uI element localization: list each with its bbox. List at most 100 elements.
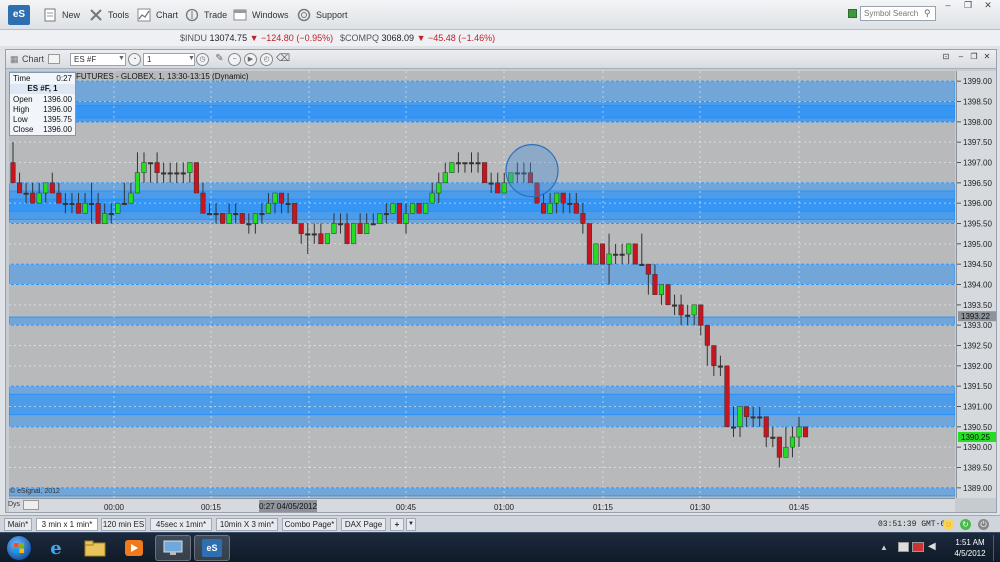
tab-dax-page[interactable]: DAX Page — [341, 518, 386, 531]
dys-button[interactable]: Dys — [8, 500, 22, 510]
candle-up — [442, 172, 448, 184]
time-tick-label: 01:45 — [789, 503, 810, 512]
time-tick-label: 01:00 — [494, 503, 515, 512]
candle-up — [23, 192, 29, 195]
scroll-handle[interactable] — [23, 500, 39, 510]
support-resistance-zone — [9, 263, 955, 286]
data-window-open-row: Open 1396.00 — [13, 95, 72, 105]
zoom-out-icon[interactable]: − — [228, 53, 241, 66]
candle-up — [658, 284, 665, 295]
action-center-icon[interactable] — [898, 542, 909, 552]
app-logo-icon[interactable]: eS — [8, 5, 30, 25]
internet-explorer-icon[interactable]: e — [38, 535, 74, 561]
file-explorer-icon[interactable] — [77, 535, 113, 561]
price-tick-label: 1397.50 — [963, 138, 992, 147]
network-icon[interactable] — [912, 542, 924, 552]
tray-expand-icon[interactable]: ▲ — [880, 543, 888, 552]
ticker-indu[interactable]: $INDU 13074.75 ▼ −124.80 (−0.95%) — [180, 33, 333, 43]
power-icon[interactable]: ⏻ — [978, 519, 989, 530]
chevron-down-icon[interactable]: ▼ — [406, 518, 416, 531]
start-button-icon[interactable] — [6, 535, 32, 561]
chevron-down-icon[interactable]: ▼ — [118, 55, 125, 62]
eraser-icon[interactable]: ⌫ — [276, 53, 290, 66]
price-plot-area[interactable] — [9, 71, 955, 498]
price-tick-label: 1394.50 — [963, 260, 992, 269]
pencil-icon[interactable]: ✎ — [213, 53, 226, 66]
candle-up — [501, 182, 507, 194]
candle-up — [488, 182, 494, 185]
tab-45sec-1min[interactable]: 45sec x 1min* — [150, 518, 212, 531]
tab-10min-3min[interactable]: 10min X 3 min* — [216, 518, 278, 531]
refresh-icon[interactable]: ◌ — [943, 519, 954, 530]
ticker-compq[interactable]: $COMPQ 3068.09 ▼ −45.48 (−1.46%) — [340, 33, 495, 43]
media-player-icon[interactable] — [116, 535, 152, 561]
chevron-down-icon[interactable]: ▼ — [188, 55, 195, 62]
candle-up — [475, 162, 481, 165]
main-toolbar: eS New Tools Chart Trade Windows Support… — [0, 0, 1000, 30]
search-enabled-checkbox[interactable] — [848, 9, 857, 18]
history-icon[interactable]: ◴ — [260, 53, 273, 66]
connection-status-icon[interactable]: ↻ — [960, 519, 971, 530]
time-axis[interactable]: 00:00 00:15 00:45 01:00 01:15 01:30 01:45 0:27 … — [9, 498, 955, 512]
chart-minimize-icon[interactable]: – — [956, 52, 966, 62]
esignal-taskbar-icon[interactable]: eS — [194, 535, 230, 561]
candle-down — [95, 202, 101, 224]
data-window-label: Close — [13, 125, 34, 134]
candle-up — [796, 426, 802, 438]
chart-restore-icon[interactable]: ❐ — [969, 52, 979, 62]
chart-button[interactable]: Chart — [136, 6, 178, 24]
ticker-change: −45.48 (−1.46%) — [428, 33, 496, 43]
support-button[interactable]: Support — [296, 6, 348, 24]
candle-up — [547, 202, 553, 214]
show-desktop-button[interactable] — [993, 535, 999, 561]
candle-up — [180, 172, 186, 175]
support-resistance-zone — [9, 393, 955, 416]
candle-up — [324, 233, 330, 245]
candle-up — [187, 162, 193, 173]
windows-button[interactable]: Windows — [232, 6, 289, 24]
chart-menu-icon[interactable]: ▦ — [10, 54, 20, 64]
cursor-time-label: 0:27 04/05/2012 — [259, 502, 317, 511]
price-axis[interactable]: 1399.00 1398.50 1398.00 1397.50 1397.00 1396.… — [956, 71, 996, 498]
candle-up — [115, 202, 121, 214]
price-tick-label: 1391.50 — [963, 382, 992, 391]
candle-up — [351, 223, 357, 245]
support-button-label: Support — [316, 10, 348, 20]
candle-up — [370, 223, 376, 226]
candle-up — [593, 243, 599, 265]
support-resistance-zone — [9, 105, 955, 119]
candle-up — [554, 192, 560, 204]
tab-main[interactable]: Main* — [4, 518, 32, 531]
add-tab-icon[interactable]: + — [390, 518, 404, 531]
close-icon[interactable]: ✕ — [978, 0, 998, 11]
candle-up — [134, 172, 141, 194]
remote-desktop-icon[interactable] — [155, 535, 191, 561]
candle-down — [711, 345, 717, 367]
chart-button-label: Chart — [156, 10, 179, 20]
candle-up — [449, 162, 455, 173]
candle-down — [30, 192, 36, 204]
clock-icon[interactable]: ◷ — [196, 53, 209, 66]
chart-window-title: Chart — [22, 54, 45, 64]
chart-window: ▦ Chart ES #F ▼ ◔ 1 ▼ ◷ ✎ − ▶ ◴ ⌫ ⊡ – ❐ … — [5, 49, 997, 513]
link-icon[interactable] — [48, 54, 60, 64]
tab-combo-page[interactable]: Combo Page* — [282, 518, 337, 531]
tab-120min-es[interactable]: 120 min ES — [101, 518, 146, 531]
new-document-icon — [42, 7, 58, 23]
new-button[interactable]: New — [42, 6, 80, 24]
tools-button[interactable]: Tools — [88, 6, 129, 24]
play-icon[interactable]: ▶ — [244, 53, 257, 66]
interval-settings-icon[interactable]: ◔ — [128, 53, 141, 66]
candle-up — [619, 253, 625, 256]
candle-up — [410, 202, 416, 214]
trade-button[interactable]: Trade — [184, 6, 227, 24]
chart-close-icon[interactable]: ✕ — [982, 52, 992, 62]
minimize-icon[interactable]: – — [938, 0, 958, 11]
chart-pin-icon[interactable]: ⊡ — [941, 52, 951, 62]
search-icon[interactable]: ⚲ — [924, 8, 931, 19]
restore-icon[interactable]: ❐ — [958, 0, 978, 11]
candle-up — [89, 202, 95, 205]
volume-icon[interactable]: ◀ — [928, 541, 936, 552]
tray-clock[interactable]: 1:51 AM 4/5/2012 — [950, 537, 990, 559]
tab-3min-1min[interactable]: 3 min x 1 min* — [36, 518, 98, 531]
